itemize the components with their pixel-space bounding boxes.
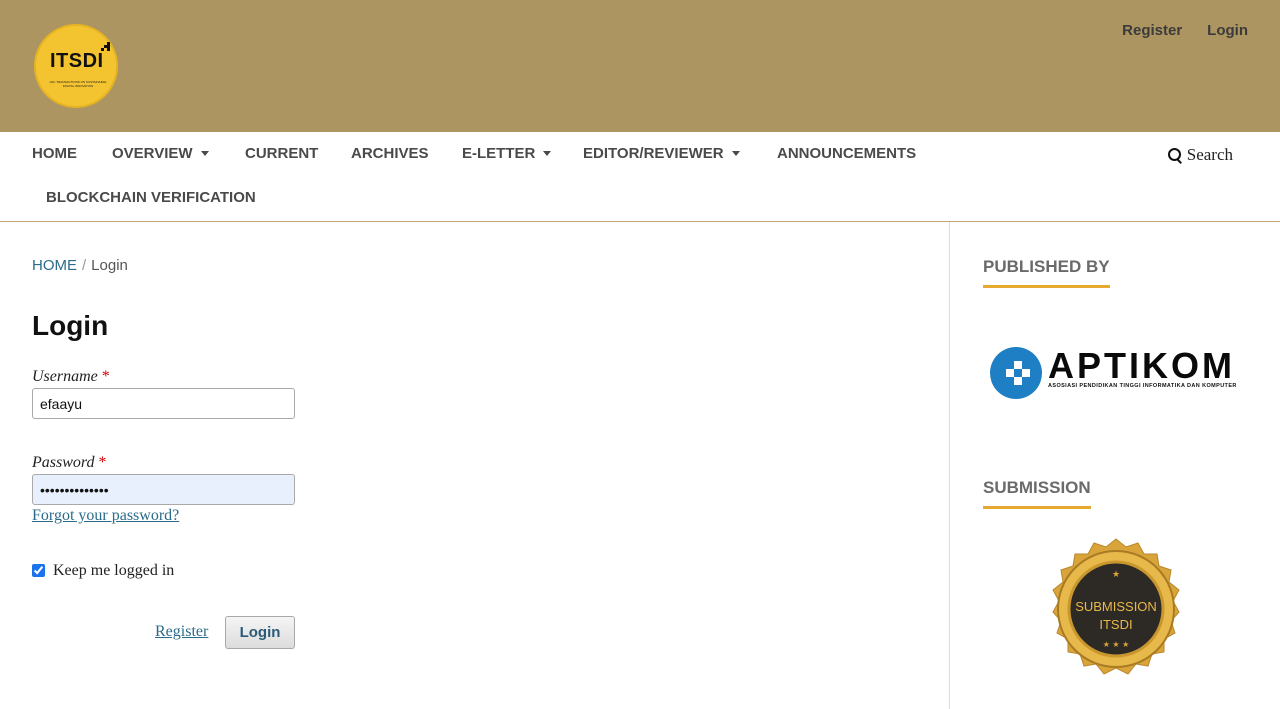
- breadcrumb-separator: /: [82, 257, 87, 274]
- required-mark: *: [98, 454, 107, 471]
- search-label: Search: [1186, 145, 1233, 164]
- submission-badge[interactable]: ★ ★ ★ ★ SUBMISSION ITSDI: [1038, 537, 1194, 693]
- logo-steps-icon: [98, 42, 110, 56]
- logo-subtext: IAIC TRANSACTIONS ON SUSTAINABLE DIGITAL…: [49, 80, 107, 88]
- login-button[interactable]: Login: [225, 616, 295, 649]
- password-label: Password *: [32, 454, 107, 471]
- keep-logged-in-checkbox[interactable]: [32, 563, 45, 577]
- password-input[interactable]: [32, 474, 295, 505]
- published-by-heading: PUBLISHED BY: [983, 257, 1110, 288]
- breadcrumb-current: Login: [91, 257, 128, 274]
- site-logo[interactable]: ITSDI IAIC TRANSACTIONS ON SUSTAINABLE D…: [34, 24, 118, 108]
- breadcrumb: HOME / Login: [32, 257, 128, 274]
- badge-text-line2: ITSDI: [1099, 617, 1132, 632]
- user-nav: Register Login: [1122, 22, 1248, 39]
- sidebar-divider: [949, 222, 950, 709]
- chevron-down-icon: [200, 151, 209, 156]
- keep-logged-in-label: Keep me logged in: [53, 562, 175, 579]
- chevron-down-icon: [731, 151, 740, 156]
- nav-item-home[interactable]: HOME: [32, 145, 77, 162]
- svg-text:★ ★ ★: ★ ★ ★: [1103, 640, 1130, 649]
- page-title: Login: [32, 310, 109, 341]
- keep-logged-in[interactable]: Keep me logged in: [32, 562, 174, 580]
- aptikom-logo[interactable]: APTIKOM ASOSIASI PENDIDIKAN TINGGI INFOR…: [990, 346, 1245, 400]
- svg-text:★: ★: [1112, 570, 1120, 580]
- nav-item-editor-reviewer[interactable]: EDITOR/REVIEWER: [583, 145, 740, 162]
- aptikom-subtext: ASOSIASI PENDIDIKAN TINGGI INFORMATIKA D…: [1048, 383, 1237, 389]
- login-link[interactable]: Login: [1207, 22, 1248, 39]
- search-icon: [1167, 148, 1182, 162]
- nav-item-archives[interactable]: ARCHIVES: [351, 145, 429, 162]
- username-label: Username *: [32, 368, 110, 385]
- chevron-down-icon: [543, 151, 552, 156]
- aptikom-name: APTIKOM: [1048, 345, 1235, 386]
- badge-text-line1: SUBMISSION: [1075, 599, 1157, 614]
- logo-text: ITSDI: [50, 50, 104, 72]
- submission-heading: SUBMISSION: [983, 478, 1091, 509]
- search-link[interactable]: Search: [1167, 145, 1233, 165]
- required-mark: *: [101, 368, 110, 385]
- nav-item-e-letter[interactable]: E-LETTER: [462, 145, 552, 162]
- nav-item-blockchain-verification[interactable]: BLOCKCHAIN VERIFICATION: [46, 189, 256, 206]
- nav-item-overview[interactable]: OVERVIEW: [112, 145, 209, 162]
- nav-item-current[interactable]: CURRENT: [245, 145, 318, 162]
- nav-item-announcements[interactable]: ANNOUNCEMENTS: [777, 145, 916, 162]
- username-input[interactable]: [32, 388, 295, 419]
- site-header: ITSDI IAIC TRANSACTIONS ON SUSTAINABLE D…: [0, 0, 1280, 132]
- breadcrumb-home[interactable]: HOME: [32, 257, 77, 274]
- aptikom-circle-icon: [990, 347, 1042, 399]
- forgot-password-link[interactable]: Forgot your password?: [32, 507, 179, 525]
- form-register-link[interactable]: Register: [155, 623, 208, 641]
- register-link[interactable]: Register: [1122, 22, 1182, 39]
